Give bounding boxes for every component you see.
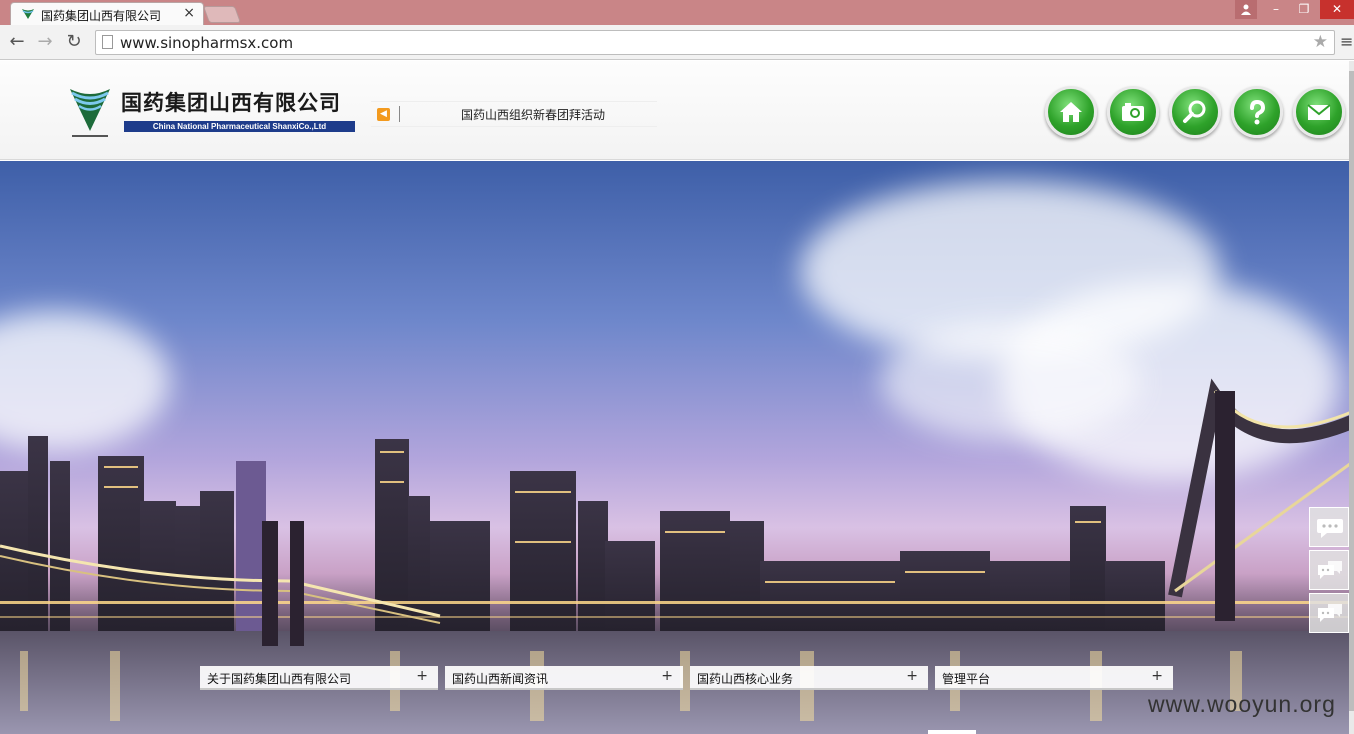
tab-title: 国药集团山西有限公司: [41, 9, 162, 23]
qq-icon: [1318, 604, 1342, 622]
tab-close-icon[interactable]: ×: [183, 5, 195, 21]
back-button[interactable]: ←: [6, 31, 28, 52]
url-text[interactable]: www.sinopharmsx.com: [120, 34, 293, 52]
menu-label: 管理平台: [942, 672, 991, 686]
side-qq-button[interactable]: [1309, 550, 1349, 590]
menu-label: 国药山西新闻资讯: [452, 672, 549, 686]
ticker-headline[interactable]: 国药山西组织新春团拜活动: [461, 106, 605, 123]
news-ticker: ◀ 国药山西组织新春团拜活动: [371, 101, 657, 127]
company-name-en: China National Pharmaceutical ShanxiCo.,…: [124, 121, 355, 132]
help-button[interactable]: [1231, 86, 1283, 138]
city-skyline: [0, 378, 1354, 734]
browser-toolbar: ← → ↻ www.sinopharmsx.com ★ ≡: [0, 25, 1354, 60]
company-name-cn: 国药集团山西有限公司: [121, 91, 341, 115]
browser-tab-strip: 国药集团山西有限公司 × – ❐ ✕: [0, 0, 1354, 26]
search-button[interactable]: [1169, 86, 1221, 138]
mail-icon: [1307, 104, 1331, 120]
browser-tab[interactable]: 国药集团山西有限公司 ×: [10, 2, 204, 26]
menu-management[interactable]: 管理平台 +: [935, 666, 1173, 690]
scrollbar-thumb[interactable]: [1349, 71, 1354, 711]
expand-plus-icon[interactable]: +: [661, 668, 673, 684]
page-scrollbar[interactable]: [1349, 61, 1354, 734]
menu-label: 关于国药集团山西有限公司: [207, 672, 352, 686]
browser-menu-icon[interactable]: ≡: [1340, 32, 1353, 51]
home-icon: [1060, 102, 1082, 122]
user-profile-icon[interactable]: [1235, 0, 1257, 19]
mail-button[interactable]: [1293, 86, 1345, 138]
speaker-icon: ◀: [377, 108, 390, 121]
new-tab-button[interactable]: [202, 6, 242, 23]
close-window-button[interactable]: ✕: [1320, 0, 1354, 19]
reload-button[interactable]: ↻: [63, 31, 85, 52]
slide-indicator[interactable]: [928, 730, 976, 734]
forward-button[interactable]: →: [34, 31, 56, 52]
expand-plus-icon[interactable]: +: [416, 668, 428, 684]
menu-news[interactable]: 国药山西新闻资讯 +: [445, 666, 683, 690]
maximize-button[interactable]: ❐: [1292, 0, 1316, 19]
page-icon: [102, 35, 113, 49]
photo-button[interactable]: [1107, 86, 1159, 138]
chat-icon: [1317, 519, 1343, 538]
expand-plus-icon[interactable]: +: [906, 668, 918, 684]
favicon-icon: [22, 9, 34, 19]
company-logo-icon[interactable]: [68, 85, 112, 139]
menu-about[interactable]: 关于国药集团山西有限公司 +: [200, 666, 438, 690]
hero-banner: 关于国药集团山西有限公司 + 国药山西新闻资讯 + 国药山西核心业务 + 管理平…: [0, 161, 1354, 734]
help-icon: [1250, 99, 1266, 125]
minimize-button[interactable]: –: [1264, 0, 1288, 19]
address-bar[interactable]: www.sinopharmsx.com ★: [95, 30, 1335, 55]
ticker-divider: [399, 106, 400, 122]
search-icon: [1183, 100, 1206, 123]
site-header: 国药集团山西有限公司 China National Pharmaceutical…: [0, 61, 1354, 160]
expand-plus-icon[interactable]: +: [1151, 668, 1163, 684]
menu-label: 国药山西核心业务: [697, 672, 794, 686]
menu-business[interactable]: 国药山西核心业务 +: [690, 666, 928, 690]
side-qq-button[interactable]: [1309, 593, 1349, 633]
bookmark-star-icon[interactable]: ★: [1313, 32, 1328, 52]
watermark-text: www.wooyun.org: [1148, 691, 1336, 717]
side-chat-button[interactable]: [1309, 507, 1349, 547]
qq-icon: [1318, 561, 1342, 579]
camera-icon: [1122, 103, 1144, 121]
home-button[interactable]: [1045, 86, 1097, 138]
